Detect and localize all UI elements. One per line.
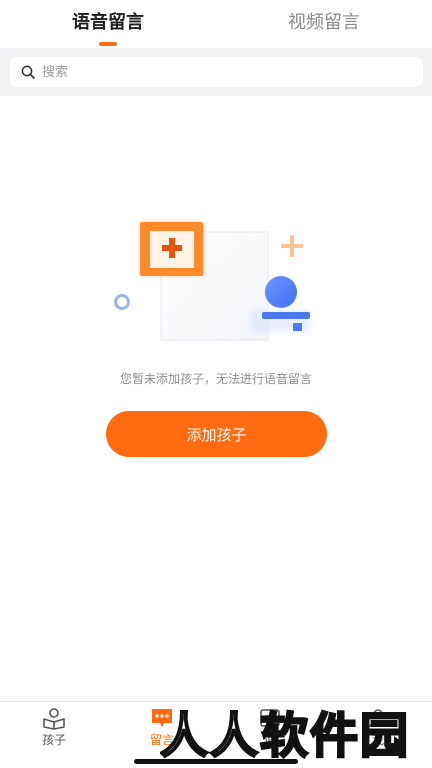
profile-icon [369,709,387,728]
contact-icon [260,709,280,727]
home-indicator [134,759,298,764]
nav-label-contacts: 通 [263,733,276,747]
nav-label-children: 孩子 [41,733,66,747]
nav-label-messages: 留言 [149,733,174,747]
bottom-navigation: 孩子 留言 通 我 [0,701,432,768]
empty-state-message: 您暂未添加孩子，无法进行语音留言 [119,372,312,386]
message-icon [152,709,172,727]
nav-label-profile: 我 [371,733,384,747]
active-tab-indicator [99,42,117,46]
add-child-button[interactable]: 添加孩子 [106,411,327,457]
search-box[interactable] [10,57,423,87]
nav-item-messages[interactable]: 留言 [130,706,194,747]
empty-state-illustration [114,222,310,341]
page: 语音留言 视频留言 搜索 您暂未添加孩子，无法进行语音留言 添加孩子 孩子 留言… [0,0,432,768]
search-input[interactable] [42,60,402,84]
nav-item-contacts[interactable]: 通 [238,706,302,747]
tab-video-message[interactable]: 视频留言 [264,10,384,36]
search-bar-container [0,48,432,96]
nav-item-profile[interactable]: 我 [346,706,410,747]
search-icon [21,65,35,79]
child-book-icon [43,708,65,730]
tab-voice-message[interactable]: 语音留言 [48,10,168,36]
top-tab-bar: 语音留言 视频留言 [0,0,432,48]
nav-item-children[interactable]: 孩子 [22,706,86,747]
